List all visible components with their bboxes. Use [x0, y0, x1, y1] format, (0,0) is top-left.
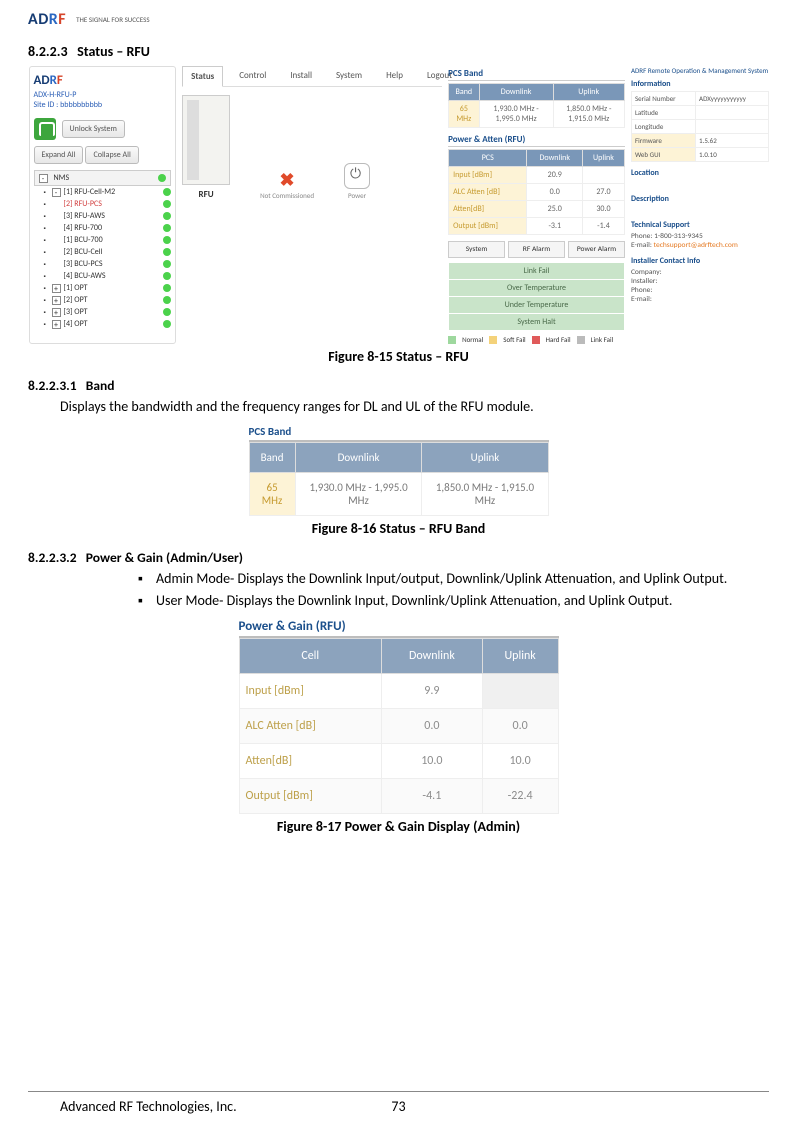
alarm-status-table: Link FailOver TemperatureUnder Temperatu… — [448, 262, 625, 331]
tree-item[interactable]: +[1] OPT — [34, 282, 172, 294]
main-tabs: StatusControlInstallSystemHelpLogout — [182, 66, 442, 87]
status-button[interactable]: RF Alarm — [508, 241, 565, 258]
band-description: Displays the bandwidth and the frequency… — [60, 398, 769, 417]
power-atten-table-small: PCSDownlinkUplinkInput [dBm]20.9ALC Atte… — [448, 149, 625, 235]
tree-item[interactable]: +[2] OPT — [34, 294, 172, 306]
device-tree: -NMS -[1] RFU-Cell-M2[2] RFU-PCS[3] RFU-… — [34, 170, 172, 330]
heading-8-2-2-3-1: 8.2.2.3.1 Band — [28, 377, 769, 394]
status-button[interactable]: Power Alarm — [568, 241, 625, 258]
tab-control[interactable]: Control — [231, 66, 274, 86]
device-tree-panel: ADRF ADX-H-RFU-PSite ID : bbbbbbbbbb Unl… — [29, 66, 177, 344]
tree-item[interactable]: +[3] OPT — [34, 306, 172, 318]
figure-8-15-caption: Figure 8-15 Status – RFU — [28, 348, 769, 365]
expand-all-button[interactable]: Expand All — [34, 146, 84, 164]
status-buttons: SystemRF AlarmPower Alarm — [448, 241, 625, 258]
tree-item[interactable]: [3] RFU-AWS — [34, 210, 172, 222]
unlock-system-button[interactable]: Unlock System — [62, 120, 125, 138]
rfu-unit-graphic: RFU — [182, 95, 230, 200]
figure-8-15-screenshot: ADRF ADX-H-RFU-PSite ID : bbbbbbbbbb Unl… — [29, 66, 769, 344]
tree-item[interactable]: [2] RFU-PCS — [34, 198, 172, 210]
collapse-all-button[interactable]: Collapse All — [85, 146, 138, 164]
tree-item[interactable]: [4] RFU-700 — [34, 222, 172, 234]
tree-item[interactable]: -[1] RFU-Cell-M2 — [34, 186, 172, 198]
tree-item[interactable]: +[4] OPT — [34, 318, 172, 330]
lock-icon — [34, 118, 56, 140]
figure-8-17-table: Power & Gain (RFU) CellDownlinkUplinkInp… — [239, 619, 559, 814]
tree-item[interactable]: [4] BCU-AWS — [34, 270, 172, 282]
page-footer: Advanced RF Technologies, Inc. 73 — [28, 1091, 769, 1115]
tree-item[interactable]: [1] BCU-700 — [34, 234, 172, 246]
pcs-band-title: PCS Band — [448, 68, 625, 81]
pcs-band-table-small: Band Downlink Uplink 65 MHz 1,930.0 MHz … — [448, 83, 625, 128]
system-info-panel: ADRF Remote Operation & Management Syste… — [631, 66, 769, 344]
tree-item[interactable]: [3] BCU-PCS — [34, 258, 172, 270]
heading-8-2-2-3: 8.2.2.3 Status – RFU — [28, 43, 769, 60]
figure-8-16-table: PCS Band Band Downlink Uplink 65 MHz 1,9… — [249, 425, 549, 516]
heading-8-2-2-3-2: 8.2.2.3.2 Power & Gain (Admin/User) — [28, 549, 769, 566]
status-button[interactable]: System — [448, 241, 505, 258]
not-commissioned-icon: ✖ Not Commissioned — [260, 169, 314, 200]
figure-8-16-caption: Figure 8-16 Status – RFU Band — [28, 520, 769, 537]
tab-status[interactable]: Status — [182, 66, 223, 87]
tree-item[interactable]: [2] BCU-Cell — [34, 246, 172, 258]
tab-help[interactable]: Help — [378, 66, 411, 86]
tab-system[interactable]: System — [328, 66, 370, 86]
power-icon[interactable]: Power — [344, 163, 370, 200]
power-atten-title: Power & Atten (RFU) — [448, 134, 625, 147]
tab-install[interactable]: Install — [282, 66, 320, 86]
alarm-legend: NormalSoft FailHard FailLink Fail — [448, 335, 625, 344]
page-header-logo: ADRF THE SIGNAL FOR SUCCESS — [28, 10, 769, 29]
figure-8-17-caption: Figure 8-17 Power & Gain Display (Admin) — [28, 818, 769, 835]
power-gain-bullets: Admin Mode- Displays the Downlink Input/… — [28, 570, 769, 611]
